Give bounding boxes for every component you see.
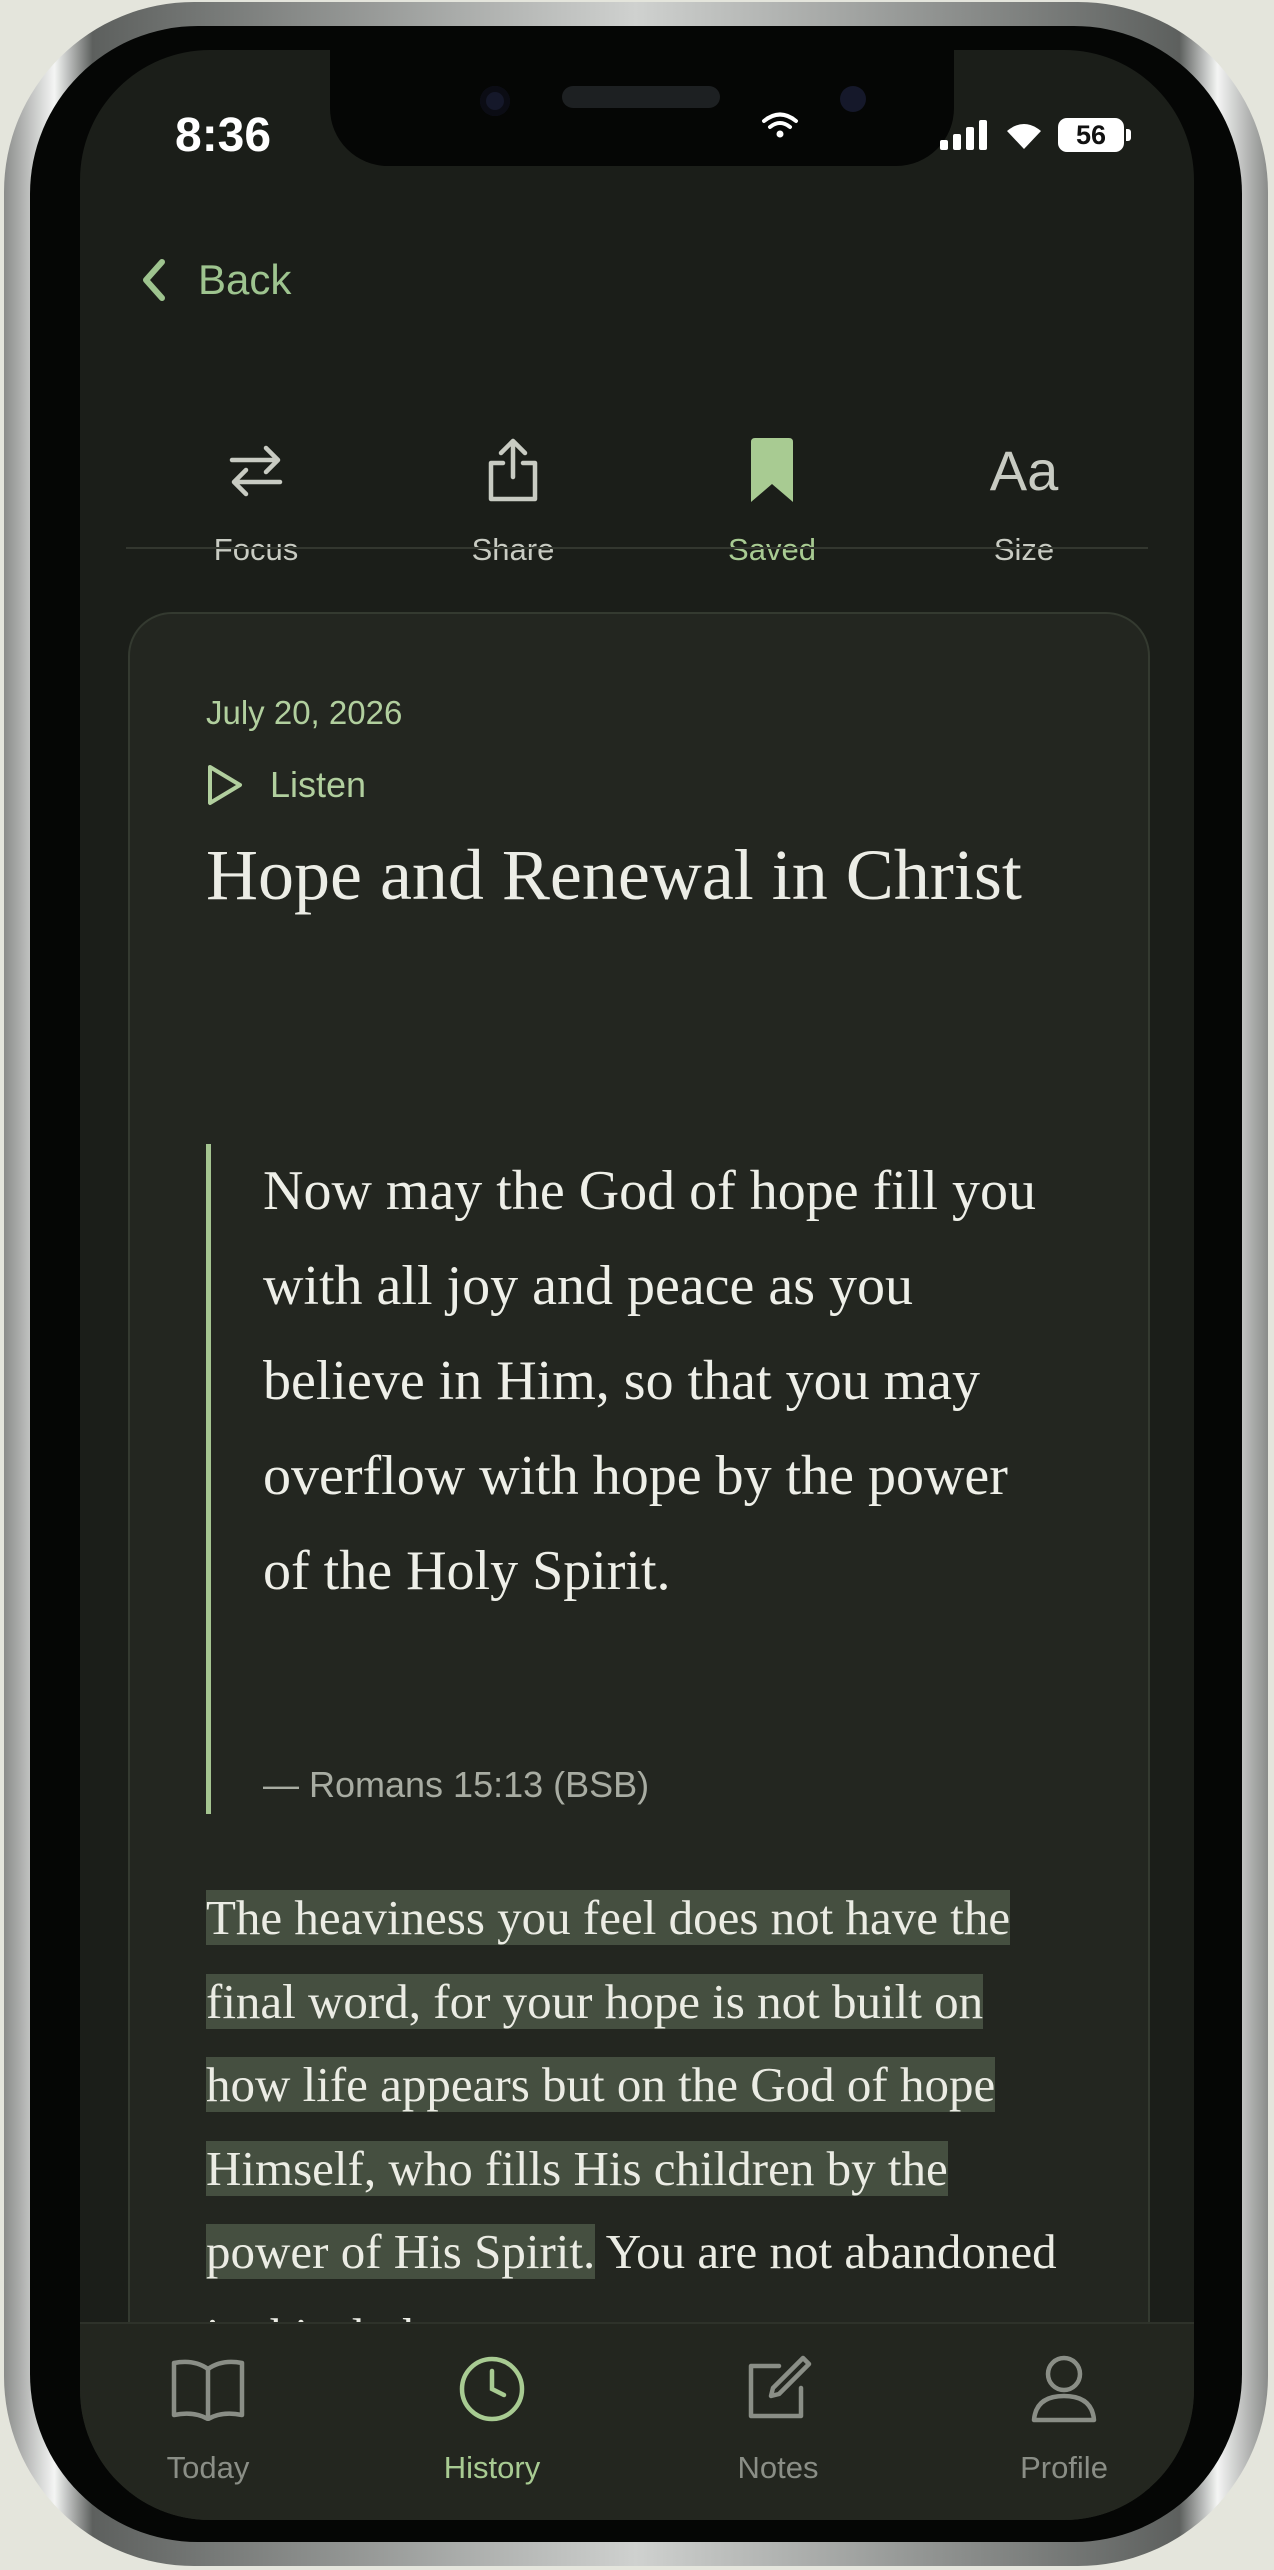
- focus-label: Focus: [213, 532, 299, 567]
- share-label: Share: [471, 532, 555, 567]
- tab-notes-label: Notes: [737, 2450, 819, 2485]
- bookmark-icon: [672, 430, 872, 510]
- devotional-body[interactable]: The heaviness you feel does not have the…: [206, 1876, 1066, 2377]
- battery-cap: [1126, 129, 1131, 141]
- listen-button[interactable]: Listen: [206, 764, 366, 806]
- scripture-quote: Now may the God of hope fill you with al…: [206, 1144, 1071, 1814]
- tab-history[interactable]: History: [392, 2344, 592, 2486]
- tab-history-label: History: [443, 2450, 541, 2485]
- clock-icon: [392, 2344, 592, 2434]
- edit-note-icon: [678, 2344, 878, 2434]
- saved-label: Saved: [728, 532, 816, 567]
- text-size-icon: Aa: [989, 438, 1059, 502]
- status-time: 8:36: [175, 109, 272, 162]
- play-icon: [208, 765, 242, 805]
- devotional-card: July 20, 2026 Listen Hope and Renewal in…: [128, 612, 1150, 2520]
- sensor: [840, 86, 866, 112]
- verse-text: Now may the God of hope fill you with al…: [263, 1160, 1036, 1602]
- app-screen: 8:36 56 Back Focus Share Saved Aa Size J…: [80, 50, 1194, 2520]
- toolbar-divider: [126, 547, 1148, 549]
- device-notch: [330, 50, 954, 166]
- tab-profile-label: Profile: [1020, 2450, 1108, 2485]
- tab-notes[interactable]: Notes: [678, 2344, 878, 2486]
- size-label: Size: [993, 532, 1055, 567]
- tab-today-label: Today: [166, 2450, 250, 2485]
- tab-profile[interactable]: Profile: [964, 2344, 1164, 2486]
- front-camera: [480, 86, 510, 116]
- bottom-tab-bar: Today History Notes Profile: [80, 2322, 1194, 2520]
- battery-indicator: 56: [1058, 118, 1124, 152]
- share-icon: [413, 430, 613, 510]
- listen-label: Listen: [270, 764, 367, 805]
- tab-today[interactable]: Today: [108, 2344, 308, 2486]
- swap-arrows-icon: [156, 430, 356, 510]
- verse-reference: — Romans 15:13 (BSB): [263, 1764, 650, 1805]
- devotional-toolbar: Focus Share Saved Aa Size: [80, 430, 1194, 580]
- earpiece-speaker: [562, 86, 720, 108]
- status-icons: 56: [940, 118, 1131, 152]
- wifi-icon: [1007, 124, 1041, 149]
- devotional-date: July 20, 2026: [206, 694, 403, 731]
- wifi-icon: [760, 110, 800, 145]
- devotional-title: Hope and Renewal in Christ: [206, 835, 1022, 915]
- back-button[interactable]: Back: [140, 256, 291, 304]
- back-label: Back: [198, 256, 292, 303]
- book-icon: [108, 2344, 308, 2434]
- chevron-left-icon: [143, 259, 165, 301]
- highlighted-passage[interactable]: The heaviness you feel does not have the…: [206, 1890, 1011, 2279]
- cellular-signal-icon: [940, 120, 987, 150]
- user-icon: [964, 2344, 1164, 2434]
